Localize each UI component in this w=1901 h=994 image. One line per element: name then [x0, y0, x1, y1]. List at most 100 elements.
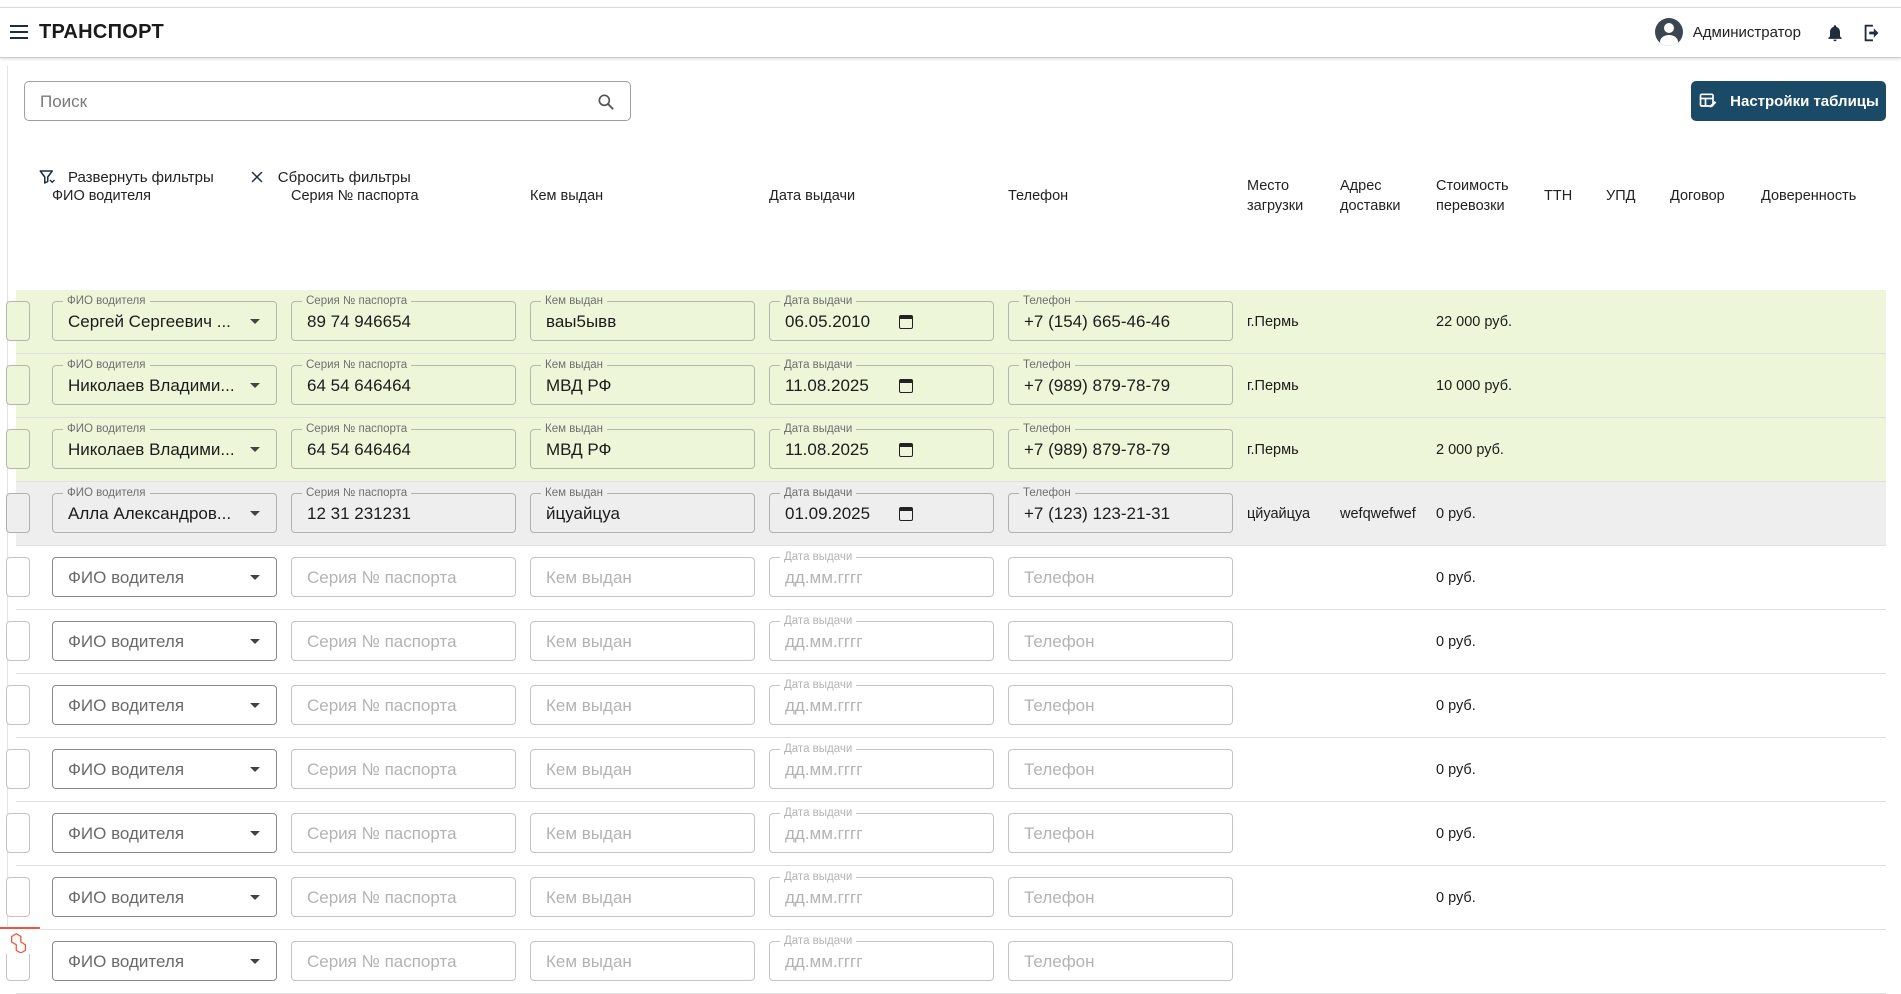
menu-icon[interactable]	[10, 24, 28, 40]
phone-field[interactable]: Телефон	[1008, 685, 1233, 725]
phone-field[interactable]: Телефон	[1008, 749, 1233, 789]
issued-by-field[interactable]: Кем выдан ваы5ывв	[530, 294, 755, 341]
passport-field[interactable]: Серия № паспорта	[291, 557, 516, 597]
column-header-driver[interactable]: ФИО водителя	[52, 172, 151, 220]
phone-field[interactable]: Телефон	[1008, 941, 1233, 981]
row-leading-field[interactable]	[6, 813, 30, 853]
chevron-down-icon[interactable]	[250, 959, 260, 964]
column-header-delivery-address[interactable]: Адрес доставки	[1340, 172, 1400, 220]
issued-by-field[interactable]: Кем выдан	[530, 621, 755, 661]
driver-field[interactable]: ФИО водителя Алла Александров...	[52, 486, 277, 533]
column-header-power-of-attorney[interactable]: Доверенность	[1761, 172, 1856, 220]
chevron-down-icon[interactable]	[250, 575, 260, 580]
chevron-down-icon[interactable]	[250, 767, 260, 772]
issue-date-field[interactable]: Дата выдачи 01.09.2025	[769, 486, 994, 533]
logout-icon[interactable]	[1861, 22, 1883, 44]
phone-field[interactable]: Телефон +7 (123) 123-21-31	[1008, 486, 1233, 533]
column-header-phone[interactable]: Телефон	[1008, 172, 1068, 220]
chevron-down-icon[interactable]	[250, 319, 260, 324]
calendar-icon[interactable]	[899, 379, 913, 393]
passport-field[interactable]: Серия № паспорта	[291, 621, 516, 661]
debug-bar-icon[interactable]	[0, 927, 40, 954]
calendar-icon[interactable]	[899, 315, 913, 329]
chevron-down-icon[interactable]	[250, 447, 260, 452]
chevron-down-icon[interactable]	[250, 639, 260, 644]
driver-field[interactable]: ФИО водителя Николаев Владими...	[52, 422, 277, 469]
column-header-contract[interactable]: Договор	[1670, 172, 1725, 220]
issued-by-field[interactable]: Кем выдан йцуайцуа	[530, 486, 755, 533]
driver-field[interactable]: ФИО водителя	[52, 685, 277, 725]
row-leading-field[interactable]	[6, 557, 30, 597]
issue-date-field[interactable]: Дата выдачи дд.мм.гггг	[769, 614, 994, 661]
issue-date-field[interactable]: Дата выдачи дд.мм.гггг	[769, 934, 994, 981]
column-header-upd[interactable]: УПД	[1606, 172, 1635, 220]
phone-field[interactable]: Телефон	[1008, 621, 1233, 661]
row-leading-field[interactable]	[6, 429, 30, 469]
column-header-issued-by[interactable]: Кем выдан	[530, 172, 603, 220]
issued-by-field[interactable]: Кем выдан МВД РФ	[530, 422, 755, 469]
chevron-down-icon[interactable]	[250, 831, 260, 836]
driver-field[interactable]: ФИО водителя Николаев Владими...	[52, 358, 277, 405]
passport-field[interactable]: Серия № паспорта 89 74 946654	[291, 294, 516, 341]
search-input[interactable]	[40, 91, 580, 113]
phone-field[interactable]: Телефон	[1008, 557, 1233, 597]
passport-field[interactable]: Серия № паспорта	[291, 685, 516, 725]
issued-by-field[interactable]: Кем выдан МВД РФ	[530, 358, 755, 405]
issue-date-field[interactable]: Дата выдачи дд.мм.гггг	[769, 806, 994, 853]
driver-field[interactable]: ФИО водителя	[52, 621, 277, 661]
issue-date-field[interactable]: Дата выдачи дд.мм.гггг	[769, 742, 994, 789]
driver-field[interactable]: ФИО водителя	[52, 557, 277, 597]
passport-field[interactable]: Серия № паспорта	[291, 877, 516, 917]
driver-field[interactable]: ФИО водителя	[52, 877, 277, 917]
column-header-loading-place[interactable]: Место загрузки	[1247, 172, 1303, 220]
phone-field[interactable]: Телефон	[1008, 813, 1233, 853]
search-icon[interactable]	[596, 92, 616, 112]
passport-field[interactable]: Серия № паспорта	[291, 813, 516, 853]
table-settings-button[interactable]: Настройки таблицы	[1691, 81, 1886, 121]
issue-date-field[interactable]: Дата выдачи дд.мм.гггг	[769, 870, 994, 917]
chevron-down-icon[interactable]	[250, 895, 260, 900]
row-leading-field[interactable]	[6, 877, 30, 917]
search-field[interactable]	[24, 81, 631, 121]
user-menu[interactable]: Администратор	[1654, 18, 1801, 46]
row-leading-field[interactable]	[6, 493, 30, 533]
chevron-down-icon[interactable]	[250, 383, 260, 388]
driver-field[interactable]: ФИО водителя	[52, 813, 277, 853]
bell-icon[interactable]	[1825, 22, 1845, 44]
issue-date-field[interactable]: Дата выдачи дд.мм.гггг	[769, 550, 994, 597]
chevron-down-icon[interactable]	[250, 511, 260, 516]
driver-field[interactable]: ФИО водителя Сергей Сергеевич ...	[52, 294, 277, 341]
row-leading-field[interactable]	[6, 685, 30, 725]
passport-field[interactable]: Серия № паспорта	[291, 941, 516, 981]
issued-by-field[interactable]: Кем выдан	[530, 941, 755, 981]
calendar-icon[interactable]	[899, 507, 913, 521]
row-leading-field[interactable]	[6, 365, 30, 405]
column-header-passport[interactable]: Серия № паспорта	[291, 172, 419, 220]
row-leading-field[interactable]	[6, 621, 30, 661]
phone-field[interactable]: Телефон +7 (989) 879-78-79	[1008, 358, 1233, 405]
phone-field[interactable]: Телефон +7 (154) 665-46-46	[1008, 294, 1233, 341]
issued-by-field[interactable]: Кем выдан	[530, 813, 755, 853]
issue-date-field[interactable]: Дата выдачи дд.мм.гггг	[769, 678, 994, 725]
phone-field[interactable]: Телефон +7 (989) 879-78-79	[1008, 422, 1233, 469]
column-header-ttn[interactable]: ТТН	[1544, 172, 1572, 220]
issued-by-field[interactable]: Кем выдан	[530, 685, 755, 725]
calendar-icon[interactable]	[899, 443, 913, 457]
passport-field[interactable]: Серия № паспорта	[291, 749, 516, 789]
passport-field[interactable]: Серия № паспорта 64 54 646464	[291, 358, 516, 405]
issue-date-field[interactable]: Дата выдачи 06.05.2010	[769, 294, 994, 341]
driver-field[interactable]: ФИО водителя	[52, 941, 277, 981]
passport-field[interactable]: Серия № паспорта 12 31 231231	[291, 486, 516, 533]
chevron-down-icon[interactable]	[250, 703, 260, 708]
passport-field[interactable]: Серия № паспорта 64 54 646464	[291, 422, 516, 469]
issue-date-field[interactable]: Дата выдачи 11.08.2025	[769, 422, 994, 469]
row-leading-field[interactable]	[6, 301, 30, 341]
driver-field[interactable]: ФИО водителя	[52, 749, 277, 789]
row-leading-field[interactable]	[6, 749, 30, 789]
issue-date-field[interactable]: Дата выдачи 11.08.2025	[769, 358, 994, 405]
issued-by-field[interactable]: Кем выдан	[530, 557, 755, 597]
column-header-cost[interactable]: Стоимость перевозки	[1436, 172, 1509, 220]
issued-by-field[interactable]: Кем выдан	[530, 877, 755, 917]
phone-field[interactable]: Телефон	[1008, 877, 1233, 917]
column-header-issue-date[interactable]: Дата выдачи	[769, 172, 855, 220]
